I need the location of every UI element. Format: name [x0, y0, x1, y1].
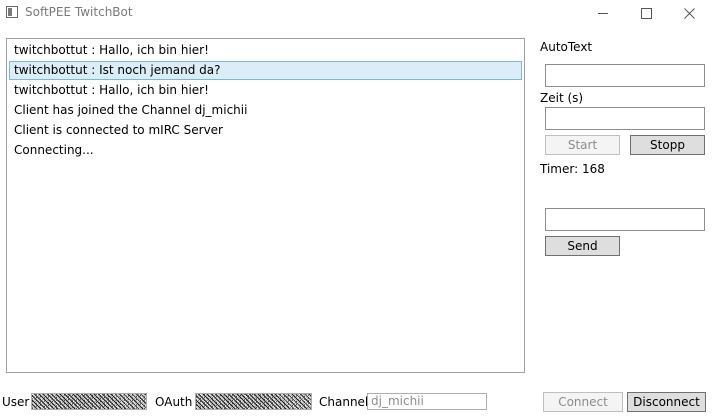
chat-message-list[interactable]: twitchbottut : Hallo, ich bin hier! twit… — [6, 38, 525, 373]
close-button[interactable] — [666, 0, 712, 26]
minimize-icon — [597, 12, 608, 14]
list-item[interactable]: Connecting... — [9, 141, 522, 160]
minimize-button[interactable] — [580, 0, 626, 26]
app-icon — [6, 6, 18, 18]
channel-label: Channel — [319, 395, 369, 409]
send-button[interactable]: Send — [545, 236, 620, 256]
oauth-label: OAuth — [155, 395, 193, 409]
window-title: SoftPEE TwitchBot — [25, 5, 133, 19]
interval-label: Zeit (s) — [540, 91, 584, 105]
autotext-label: AutoText — [540, 40, 593, 54]
user-label: User — [2, 395, 30, 409]
user-input-redacted[interactable] — [31, 393, 147, 410]
start-button[interactable]: Start — [545, 135, 620, 155]
timer-label: Timer: 168 — [540, 162, 605, 176]
autotext-input[interactable] — [545, 64, 705, 87]
list-item[interactable]: Client is connected to mIRC Server — [9, 121, 522, 140]
connect-button[interactable]: Connect — [543, 392, 623, 412]
message-input[interactable] — [545, 208, 705, 231]
maximize-button[interactable] — [623, 0, 669, 26]
list-item[interactable]: Client has joined the Channel dj_michii — [9, 101, 522, 120]
interval-input[interactable] — [545, 107, 705, 130]
oauth-input-redacted[interactable] — [195, 393, 312, 410]
stop-button[interactable]: Stopp — [630, 135, 705, 155]
list-item[interactable]: twitchbottut : Hallo, ich bin hier! — [9, 81, 522, 100]
close-icon — [683, 7, 695, 19]
disconnect-button[interactable]: Disconnect — [627, 392, 706, 412]
list-item[interactable]: twitchbottut : Hallo, ich bin hier! — [9, 41, 522, 60]
maximize-icon — [640, 7, 652, 19]
channel-input[interactable]: dj_michii — [367, 393, 487, 410]
list-item-selected[interactable]: twitchbottut : Ist noch jemand da? — [9, 61, 522, 80]
title-bar: SoftPEE TwitchBot — [0, 0, 712, 26]
